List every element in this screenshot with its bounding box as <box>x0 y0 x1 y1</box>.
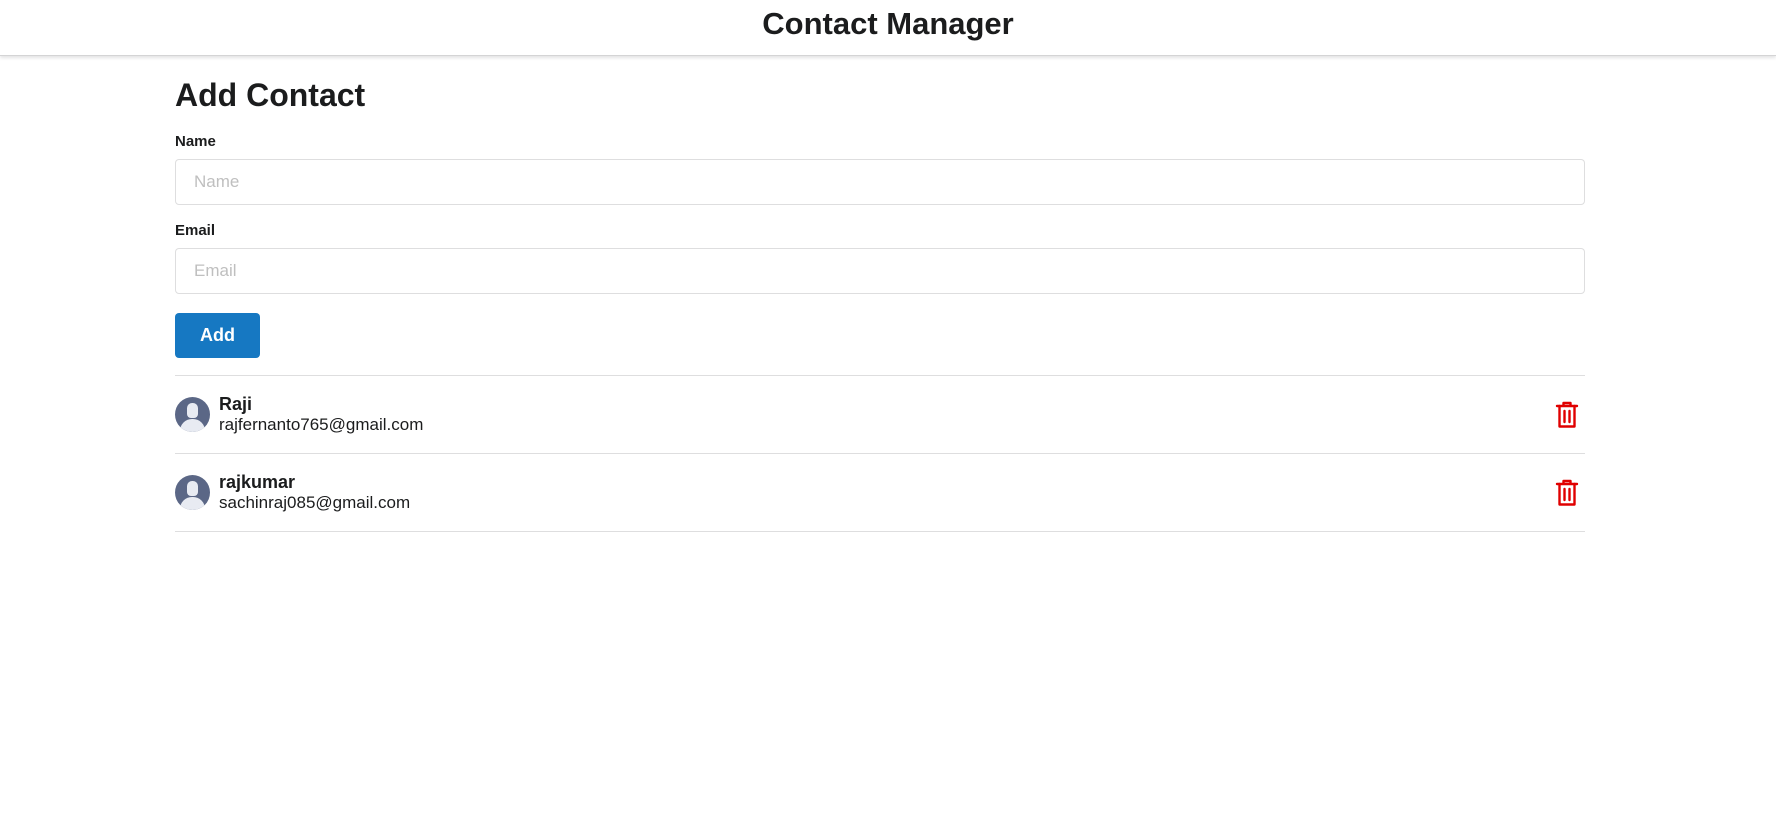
contact-name: rajkumar <box>219 471 296 492</box>
contact-content: Raji rajfernanto765@gmail.com <box>219 394 423 436</box>
email-field: Email <box>175 222 1585 294</box>
name-label: Name <box>175 133 216 150</box>
name-field: Name <box>175 133 1585 205</box>
app-header: Contact Manager <box>0 0 1776 56</box>
email-input[interactable] <box>175 248 1585 294</box>
user-avatar-icon <box>175 397 210 432</box>
email-label: Email <box>175 222 216 239</box>
page-title: Add Contact <box>175 77 366 113</box>
main-container: Add Contact Name Email Add Raji rajferna… <box>175 56 1585 532</box>
app-title: Contact Manager <box>762 5 1014 41</box>
add-button[interactable]: Add <box>175 313 260 358</box>
contact-email: rajfernanto765@gmail.com <box>219 415 424 435</box>
contact-list: Raji rajfernanto765@gmail.com rajkumar s… <box>175 375 1585 532</box>
contact-content: rajkumar sachinraj085@gmail.com <box>219 472 410 514</box>
contact-email: sachinraj085@gmail.com <box>219 493 411 513</box>
add-contact-form: Name Email Add <box>175 133 1585 358</box>
contact-name: Raji <box>219 393 253 414</box>
name-input[interactable] <box>175 159 1585 205</box>
trash-icon[interactable] <box>1555 479 1579 507</box>
user-avatar-icon <box>175 475 210 510</box>
trash-icon[interactable] <box>1555 401 1579 429</box>
contact-item: rajkumar sachinraj085@gmail.com <box>175 454 1585 532</box>
contact-item: Raji rajfernanto765@gmail.com <box>175 376 1585 454</box>
